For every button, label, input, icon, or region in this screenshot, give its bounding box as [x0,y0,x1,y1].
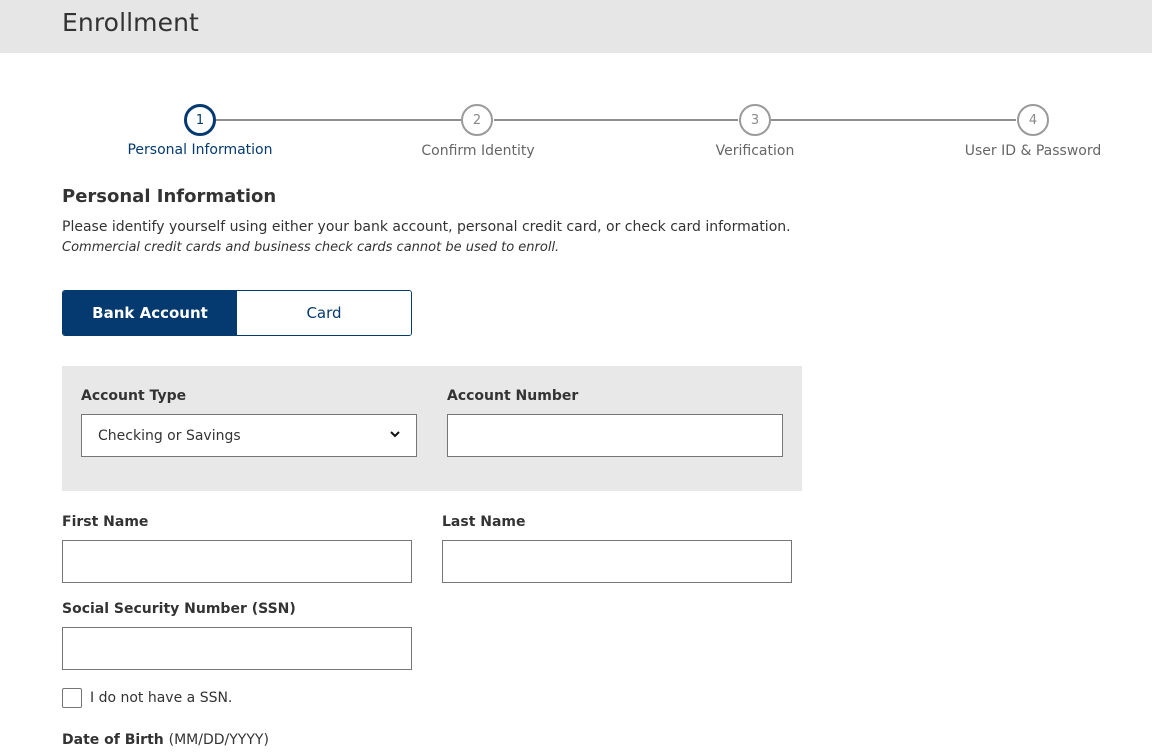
dob-format-hint: (MM/DD/YYYY) [168,732,269,748]
dob-label: Date of Birth (MM/DD/YYYY) [62,732,269,748]
page-header: Enrollment [0,0,1152,53]
step-connector [216,119,461,121]
step-2-label: Confirm Identity [421,143,535,159]
account-type-label: Account Type [81,388,187,404]
step-connector [494,119,738,121]
account-panel: Account Type Checking or Savings Account… [62,366,802,491]
ssn-input[interactable] [62,627,412,670]
intro-text: Please identify yourself using either yo… [62,219,791,235]
step-3-label: Verification [715,143,795,159]
first-name-input[interactable] [62,540,412,583]
account-type-value: Checking or Savings [98,427,241,444]
step-1-indicator: 1 [184,104,216,136]
no-ssn-label: I do not have a SSN. [90,690,233,706]
no-ssn-option: I do not have a SSN. [62,688,232,708]
account-number-label: Account Number [447,388,579,404]
step-4-indicator: 4 [1017,104,1049,136]
last-name-label: Last Name [442,514,526,530]
step-1-label: Personal Information [127,142,273,158]
last-name-input[interactable] [442,540,792,583]
no-ssn-checkbox[interactable] [62,688,82,708]
step-2-indicator: 2 [461,104,493,136]
dob-label-text: Date of Birth [62,732,164,748]
step-connector [771,119,1016,121]
progress-stepper: 1 2 3 4 Personal Information Confirm Ide… [0,100,1152,170]
first-name-label: First Name [62,514,149,530]
chevron-down-icon [390,430,400,441]
step-4-label: User ID & Password [964,143,1102,159]
bank-account-tab[interactable]: Bank Account [63,291,237,335]
account-number-input[interactable] [447,414,783,457]
card-tab[interactable]: Card [237,291,411,335]
identify-method-toggle: Bank Account Card [62,290,412,336]
step-3-indicator: 3 [739,104,771,136]
intro-note: Commercial credit cards and business che… [62,240,560,255]
page-title: Enrollment [62,8,199,37]
section-title: Personal Information [62,186,277,207]
ssn-label: Social Security Number (SSN) [62,601,296,617]
account-type-select[interactable]: Checking or Savings [81,414,417,457]
